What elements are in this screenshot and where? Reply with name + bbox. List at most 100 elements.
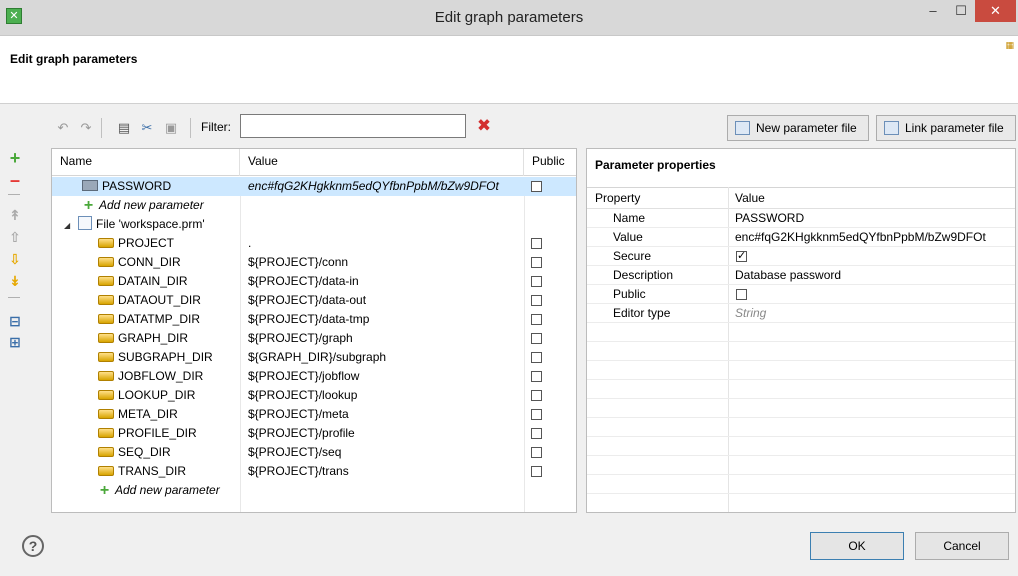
close-button[interactable]: ✕ xyxy=(975,0,1016,22)
copy-icon[interactable]: ▤ xyxy=(116,120,132,136)
column-header-name[interactable]: Name xyxy=(52,149,240,176)
table-row[interactable]: PROFILE_DIR ${PROJECT}/profile xyxy=(52,424,576,443)
move-up-icon[interactable]: ⇧ xyxy=(7,229,23,245)
parameter-value[interactable] xyxy=(248,215,520,234)
paste-icon[interactable]: ▣ xyxy=(163,120,179,136)
table-row[interactable]: TRANS_DIR ${PROJECT}/trans xyxy=(52,462,576,481)
parameter-name-cell[interactable]: + Add new parameter xyxy=(98,481,238,500)
parameter-value[interactable]: ${PROJECT}/meta xyxy=(248,405,520,424)
parameter-value[interactable]: ${PROJECT}/data-tmp xyxy=(248,310,520,329)
parameter-value[interactable]: ${PROJECT}/graph xyxy=(248,329,520,348)
table-row[interactable]: DATAIN_DIR ${PROJECT}/data-in xyxy=(52,272,576,291)
property-checkbox[interactable]: ✓ xyxy=(736,251,747,262)
cancel-button[interactable]: Cancel xyxy=(915,532,1009,560)
table-row[interactable]: DATAOUT_DIR ${PROJECT}/data-out xyxy=(52,291,576,310)
parameter-name-cell[interactable]: DATAOUT_DIR xyxy=(98,291,238,310)
collapse-triangle-icon[interactable]: ◢ xyxy=(64,216,72,234)
property-value[interactable]: Database password xyxy=(735,266,841,285)
table-row[interactable]: PROJECT. xyxy=(52,234,576,253)
link-parameter-file-button[interactable]: Link parameter file xyxy=(876,115,1016,141)
cut-icon[interactable]: ✂ xyxy=(139,120,155,136)
table-row[interactable]: DATATMP_DIR ${PROJECT}/data-tmp xyxy=(52,310,576,329)
property-value[interactable]: enc#fqG2KHgkknm5edQYfbnPpbM/bZw9DFOt xyxy=(735,228,986,247)
remove-parameter-icon[interactable]: – xyxy=(7,171,23,189)
table-row[interactable]: JOBFLOW_DIR ${PROJECT}/jobflow xyxy=(52,367,576,386)
undo-icon[interactable]: ↶ xyxy=(55,120,71,136)
column-header-value[interactable]: Value xyxy=(240,149,524,176)
parameter-value[interactable]: ${PROJECT}/data-out xyxy=(248,291,520,310)
parameter-name-cell[interactable]: DATATMP_DIR xyxy=(98,310,238,329)
public-checkbox[interactable] xyxy=(531,390,542,401)
parameter-name-cell[interactable]: ◢ File 'workspace.prm' xyxy=(64,215,238,234)
parameter-value[interactable]: ${PROJECT}/conn xyxy=(248,253,520,272)
public-checkbox[interactable] xyxy=(531,409,542,420)
help-button[interactable]: ? xyxy=(22,535,44,557)
public-checkbox[interactable] xyxy=(531,466,542,477)
table-row[interactable]: + Add new parameter xyxy=(52,481,576,500)
public-checkbox[interactable] xyxy=(531,238,542,249)
column-header-public[interactable]: Public xyxy=(524,149,576,176)
new-parameter-file-button[interactable]: New parameter file xyxy=(727,115,869,141)
parameter-name-cell[interactable]: + Add new parameter xyxy=(82,196,238,215)
table-row[interactable]: PASSWORD enc#fqG2KHgkknm5edQYfbnPpbM/bZw9… xyxy=(52,177,576,196)
public-checkbox[interactable] xyxy=(531,314,542,325)
parameter-name-cell[interactable]: PROJECT xyxy=(98,234,238,253)
table-row[interactable]: CONN_DIR ${PROJECT}/conn xyxy=(52,253,576,272)
parameter-name-cell[interactable]: LOOKUP_DIR xyxy=(98,386,238,405)
parameter-name-cell[interactable]: PROFILE_DIR xyxy=(98,424,238,443)
table-row[interactable]: GRAPH_DIR ${PROJECT}/graph xyxy=(52,329,576,348)
public-checkbox[interactable] xyxy=(531,428,542,439)
table-row[interactable]: ◢ File 'workspace.prm' xyxy=(52,215,576,234)
property-value[interactable]: PASSWORD xyxy=(735,209,804,228)
property-row[interactable]: Secure ✓ xyxy=(587,247,1015,266)
property-row[interactable]: Name PASSWORD xyxy=(587,209,1015,228)
property-row[interactable]: Editor type String xyxy=(587,304,1015,323)
parameter-value[interactable]: ${PROJECT}/seq xyxy=(248,443,520,462)
public-checkbox[interactable] xyxy=(531,371,542,382)
parameter-value[interactable]: . xyxy=(248,234,520,253)
maximize-button[interactable]: ☐ xyxy=(947,0,975,22)
parameter-name-cell[interactable]: SUBGRAPH_DIR xyxy=(98,348,238,367)
property-row[interactable]: Public xyxy=(587,285,1015,304)
add-parameter-icon[interactable]: + xyxy=(7,149,23,167)
redo-icon[interactable]: ↷ xyxy=(78,120,94,136)
minimize-button[interactable]: – xyxy=(919,0,947,22)
property-row[interactable]: Value enc#fqG2KHgkknm5edQYfbnPpbM/bZw9DFO… xyxy=(587,228,1015,247)
parameter-value[interactable] xyxy=(248,481,520,500)
add-parameter-icon[interactable]: + xyxy=(82,198,95,214)
parameter-value[interactable]: ${PROJECT}/trans xyxy=(248,462,520,481)
move-bottom-icon[interactable]: ↡ xyxy=(7,273,23,289)
property-row[interactable]: Description Database password xyxy=(587,266,1015,285)
parameter-name-cell[interactable]: CONN_DIR xyxy=(98,253,238,272)
parameters-table[interactable]: Name Value Public PASSWORD enc#fqG2KHgkkn… xyxy=(51,148,577,513)
public-checkbox[interactable] xyxy=(531,276,542,287)
parameter-value[interactable]: ${PROJECT}/data-in xyxy=(248,272,520,291)
parameter-value[interactable]: ${PROJECT}/lookup xyxy=(248,386,520,405)
table-row[interactable]: + Add new parameter xyxy=(52,196,576,215)
public-checkbox[interactable] xyxy=(531,447,542,458)
parameter-name-cell[interactable]: PASSWORD xyxy=(82,177,238,196)
ok-button[interactable]: OK xyxy=(810,532,904,560)
clear-filter-icon[interactable]: ✖ xyxy=(475,117,493,135)
table-row[interactable]: SEQ_DIR ${PROJECT}/seq xyxy=(52,443,576,462)
parameter-name-cell[interactable]: DATAIN_DIR xyxy=(98,272,238,291)
public-checkbox[interactable] xyxy=(531,295,542,306)
parameter-name-cell[interactable]: GRAPH_DIR xyxy=(98,329,238,348)
parameter-value[interactable]: ${GRAPH_DIR}/subgraph xyxy=(248,348,520,367)
property-value[interactable]: String xyxy=(735,304,766,323)
collapse-all-icon[interactable]: ⊟ xyxy=(7,313,23,329)
table-row[interactable]: LOOKUP_DIR ${PROJECT}/lookup xyxy=(52,386,576,405)
filter-input[interactable] xyxy=(240,114,466,138)
parameter-value[interactable]: ${PROJECT}/jobflow xyxy=(248,367,520,386)
parameter-name-cell[interactable]: SEQ_DIR xyxy=(98,443,238,462)
public-checkbox[interactable] xyxy=(531,352,542,363)
parameter-value[interactable]: enc#fqG2KHgkknm5edQYfbnPpbM/bZw9DFOt xyxy=(248,177,520,196)
parameter-name-cell[interactable]: TRANS_DIR xyxy=(98,462,238,481)
add-parameter-icon[interactable]: + xyxy=(98,483,111,499)
parameter-value[interactable]: ${PROJECT}/profile xyxy=(248,424,520,443)
move-top-icon[interactable]: ↟ xyxy=(7,207,23,223)
move-down-icon[interactable]: ⇩ xyxy=(7,251,23,267)
table-row[interactable]: SUBGRAPH_DIR ${GRAPH_DIR}/subgraph xyxy=(52,348,576,367)
public-checkbox[interactable] xyxy=(531,257,542,268)
expand-all-icon[interactable]: ⊞ xyxy=(7,334,23,350)
